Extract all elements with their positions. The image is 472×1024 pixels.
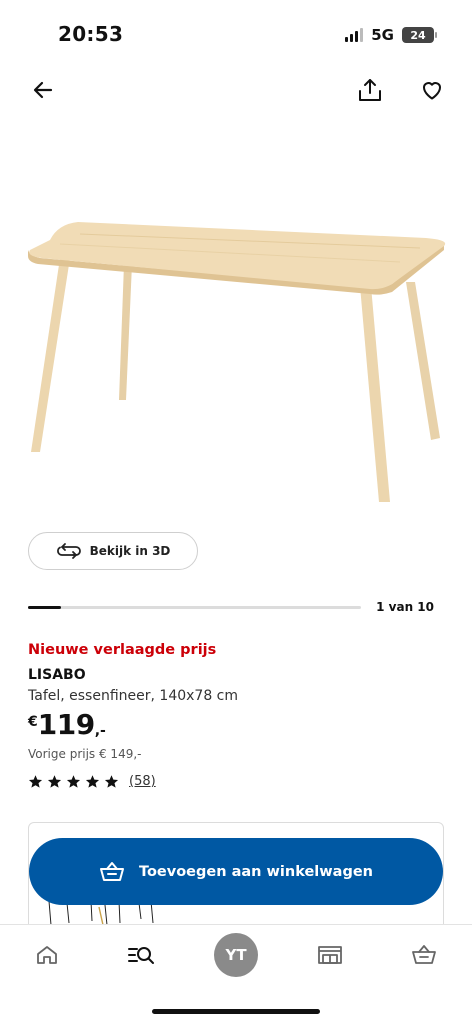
rating[interactable]: (58) — [28, 774, 156, 789]
product-description: Tafel, essenfineer, 140x78 cm — [28, 688, 239, 704]
price-currency: € — [28, 714, 38, 730]
top-nav — [0, 72, 472, 112]
arrow-left-icon — [33, 81, 53, 99]
product-name: LISABO — [28, 667, 86, 683]
tab-bar: YT — [0, 924, 472, 1024]
signal-icon — [345, 28, 364, 42]
view-3d-label: Bekijk in 3D — [89, 544, 171, 558]
rotate-3d-icon — [56, 543, 81, 559]
share-button[interactable] — [352, 72, 388, 108]
gallery-counter: 1 van 10 — [376, 600, 434, 614]
star-icon — [66, 775, 81, 788]
search-list-icon — [128, 947, 154, 964]
tab-search[interactable] — [117, 933, 165, 977]
battery-icon: 24 — [402, 27, 437, 43]
star-icon — [85, 775, 100, 788]
add-to-cart-button[interactable]: Toevoegen aan winkelwagen — [29, 838, 443, 905]
price-integer: 119 — [37, 708, 95, 741]
avatar: YT — [214, 933, 258, 977]
gallery-progress[interactable] — [28, 606, 361, 609]
status-indicators: 5G 24 — [345, 26, 437, 44]
price: € 119 ,- — [28, 708, 106, 741]
previous-price: Vorige prijs € 149,- — [28, 747, 142, 761]
battery-level: 24 — [410, 28, 426, 42]
tab-cart[interactable] — [400, 933, 448, 977]
status-bar: 20:53 5G 24 — [0, 0, 472, 70]
tab-store[interactable] — [306, 933, 354, 977]
basket-icon — [100, 861, 124, 881]
promo-label: Nieuwe verlaagde prijs — [28, 642, 217, 658]
home-icon — [37, 946, 57, 964]
gallery-progress-fill — [28, 606, 62, 609]
basket-icon — [412, 945, 436, 964]
review-count[interactable]: (58) — [129, 774, 156, 789]
share-icon — [359, 79, 381, 101]
store-icon — [318, 946, 342, 964]
star-icon — [28, 775, 43, 788]
price-decimal: ,- — [94, 723, 106, 739]
back-button[interactable] — [25, 72, 61, 108]
network-type: 5G — [371, 26, 394, 44]
home-indicator — [152, 1009, 320, 1014]
star-icon — [47, 775, 62, 788]
tab-profile[interactable]: YT — [212, 933, 260, 977]
rating-stars — [28, 774, 119, 789]
view-3d-button[interactable]: Bekijk in 3D — [28, 532, 198, 570]
product-image[interactable] — [20, 200, 452, 520]
heart-icon — [423, 82, 441, 100]
status-time: 20:53 — [58, 22, 124, 46]
favorite-button[interactable] — [414, 72, 450, 108]
add-to-cart-label: Toevoegen aan winkelwagen — [139, 863, 373, 880]
tab-home[interactable] — [23, 933, 71, 977]
star-icon — [104, 775, 119, 788]
